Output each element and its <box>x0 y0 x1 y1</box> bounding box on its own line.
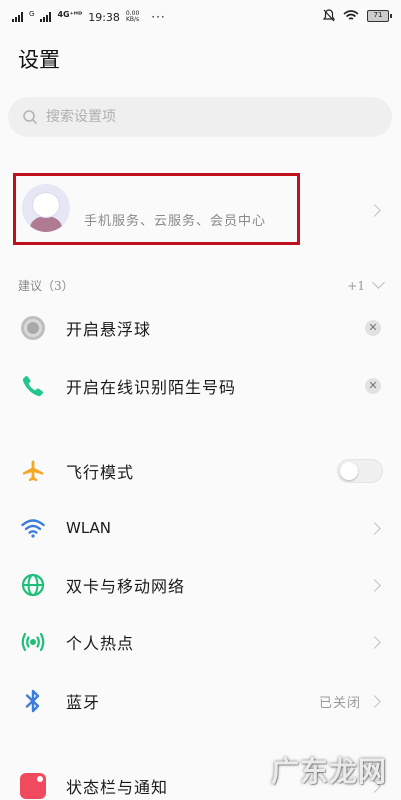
mute-bell-icon <box>323 9 335 22</box>
setting-label: WLAN <box>66 519 112 537</box>
suggestions-title: 建议（3） <box>18 279 74 293</box>
airplane-icon <box>20 458 46 484</box>
dismiss-suggestion-button[interactable]: ✕ <box>365 320 381 336</box>
phone-icon <box>20 373 46 399</box>
page-title: 设置 <box>18 48 60 72</box>
chevron-down-icon <box>372 276 385 289</box>
chevron-right-icon <box>368 204 381 217</box>
globe-icon <box>20 572 46 598</box>
watermark: 广东龙网 <box>270 755 387 788</box>
chevron-right-icon <box>368 636 381 649</box>
setting-dual-sim-network[interactable]: 双卡与移动网络 <box>0 557 401 613</box>
wifi-status-icon <box>343 9 359 20</box>
clock: 19:38 <box>88 10 120 24</box>
setting-label: 状态栏与通知 <box>66 778 169 797</box>
network-type: 4G⁺ᴴᴰ <box>57 9 83 19</box>
suggestion-label: 开启在线识别陌生号码 <box>66 378 237 397</box>
setting-personal-hotspot[interactable]: 个人热点 <box>0 614 401 670</box>
speed-unit: KB/s <box>125 16 140 23</box>
suggestion-caller-id[interactable]: 开启在线识别陌生号码 ✕ <box>0 358 401 414</box>
bluetooth-status-value: 已关闭 <box>318 695 361 711</box>
highlight-annotation-box <box>13 173 300 245</box>
notification-icon <box>20 773 46 799</box>
setting-bluetooth[interactable]: 蓝牙 已关闭 <box>0 673 401 729</box>
status-bar: G 4G⁺ᴴᴰ 19:38 0.00 KB/s ··· 71 <box>0 0 401 34</box>
airplane-mode-toggle[interactable] <box>337 459 383 483</box>
floating-ball-icon <box>20 315 46 341</box>
search-icon <box>23 110 38 125</box>
signal-icon <box>12 12 23 22</box>
network-speed: 0.00 KB/s <box>126 11 139 23</box>
hotspot-icon <box>20 629 46 655</box>
chevron-right-icon <box>368 522 381 535</box>
chevron-right-icon <box>368 695 381 708</box>
suggestions-expand[interactable]: +1 <box>347 276 385 294</box>
setting-airplane-mode[interactable]: 飞行模式 <box>0 443 401 499</box>
setting-label: 蓝牙 <box>66 693 101 712</box>
bluetooth-icon <box>20 688 46 714</box>
network-indicator-small: G <box>29 9 35 18</box>
suggestions-header: 建议（3） +1 <box>18 276 385 294</box>
search-input[interactable] <box>46 109 346 125</box>
wifi-icon <box>20 515 46 541</box>
dismiss-suggestion-button[interactable]: ✕ <box>365 378 381 394</box>
setting-wlan[interactable]: WLAN <box>0 500 401 556</box>
setting-label: 双卡与移动网络 <box>66 577 186 596</box>
suggestions-more-count: +1 <box>347 278 365 293</box>
suggestion-floating-ball[interactable]: 开启悬浮球 ✕ <box>0 300 401 356</box>
account-card[interactable]: 手机服务、云服务、会员中心 <box>0 166 401 266</box>
signal-icon-2 <box>40 12 52 22</box>
setting-label: 飞行模式 <box>66 463 135 482</box>
chevron-right-icon <box>368 579 381 592</box>
search-bar[interactable] <box>8 97 392 137</box>
suggestion-label: 开启悬浮球 <box>66 320 152 339</box>
more-notifications-icon: ··· <box>151 10 166 24</box>
battery-icon: 71 <box>367 9 392 22</box>
setting-label: 个人热点 <box>66 634 135 653</box>
